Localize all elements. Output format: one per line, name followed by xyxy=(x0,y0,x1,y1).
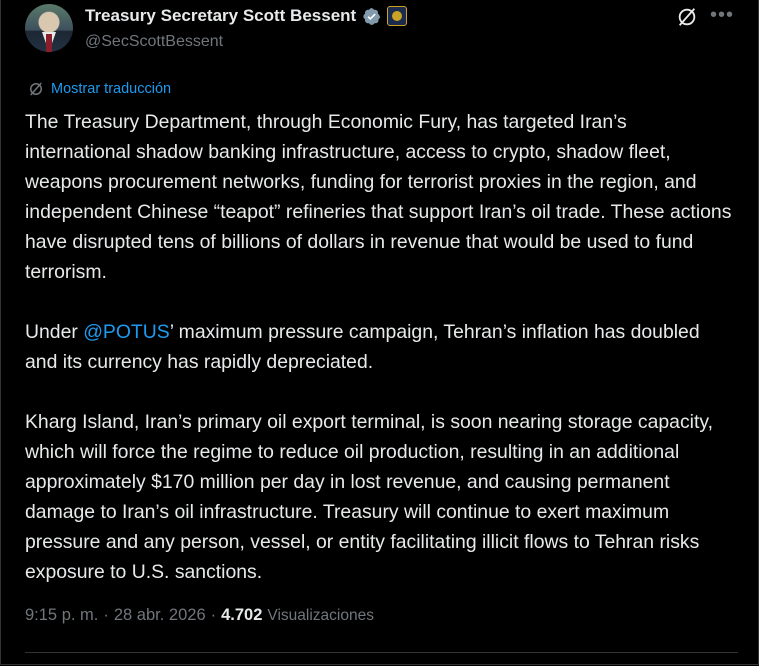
potus-mention-link[interactable]: @POTUS xyxy=(83,321,169,343)
p2-prefix: Under xyxy=(25,321,84,343)
tweet-meta: 9:15 p. m. · 28 abr. 2026 · 4.702 Visual… xyxy=(25,606,374,625)
tweet-card: Treasury Secretary Scott Bessent @SecSco… xyxy=(0,0,759,665)
author-name[interactable]: Treasury Secretary Scott Bessent xyxy=(85,6,356,26)
tweet-time[interactable]: 9:15 p. m. xyxy=(25,606,98,625)
tweet-date[interactable]: 28 abr. 2026 xyxy=(114,606,206,625)
grok-icon[interactable] xyxy=(676,6,698,28)
divider xyxy=(25,652,738,653)
author-name-row: Treasury Secretary Scott Bessent xyxy=(85,6,408,26)
tweet-paragraph-3: Kharg Island, Iran’s primary oil export … xyxy=(25,411,713,583)
government-badge-icon xyxy=(387,6,408,26)
views-count: 4.702 xyxy=(221,606,263,624)
translate-link[interactable]: Mostrar traducción xyxy=(27,80,171,98)
tweet-paragraph-2: Under @POTUS’ maximum pressure campaign,… xyxy=(25,317,737,377)
tweet-body: The Treasury Department, through Economi… xyxy=(25,107,737,617)
translate-label: Mostrar traducción xyxy=(51,81,172,97)
translate-icon xyxy=(30,82,42,96)
more-icon[interactable]: ••• xyxy=(710,4,734,27)
verified-badge-icon xyxy=(363,7,381,25)
meta-separator: · xyxy=(103,606,109,624)
views-label: Visualizaciones xyxy=(267,607,374,624)
tweet-paragraph-1: The Treasury Department, through Economi… xyxy=(25,111,732,283)
avatar-tie xyxy=(46,34,52,52)
meta-separator: · xyxy=(210,606,217,624)
author-handle[interactable]: @SecScottBessent xyxy=(85,33,223,51)
avatar[interactable] xyxy=(25,4,73,52)
